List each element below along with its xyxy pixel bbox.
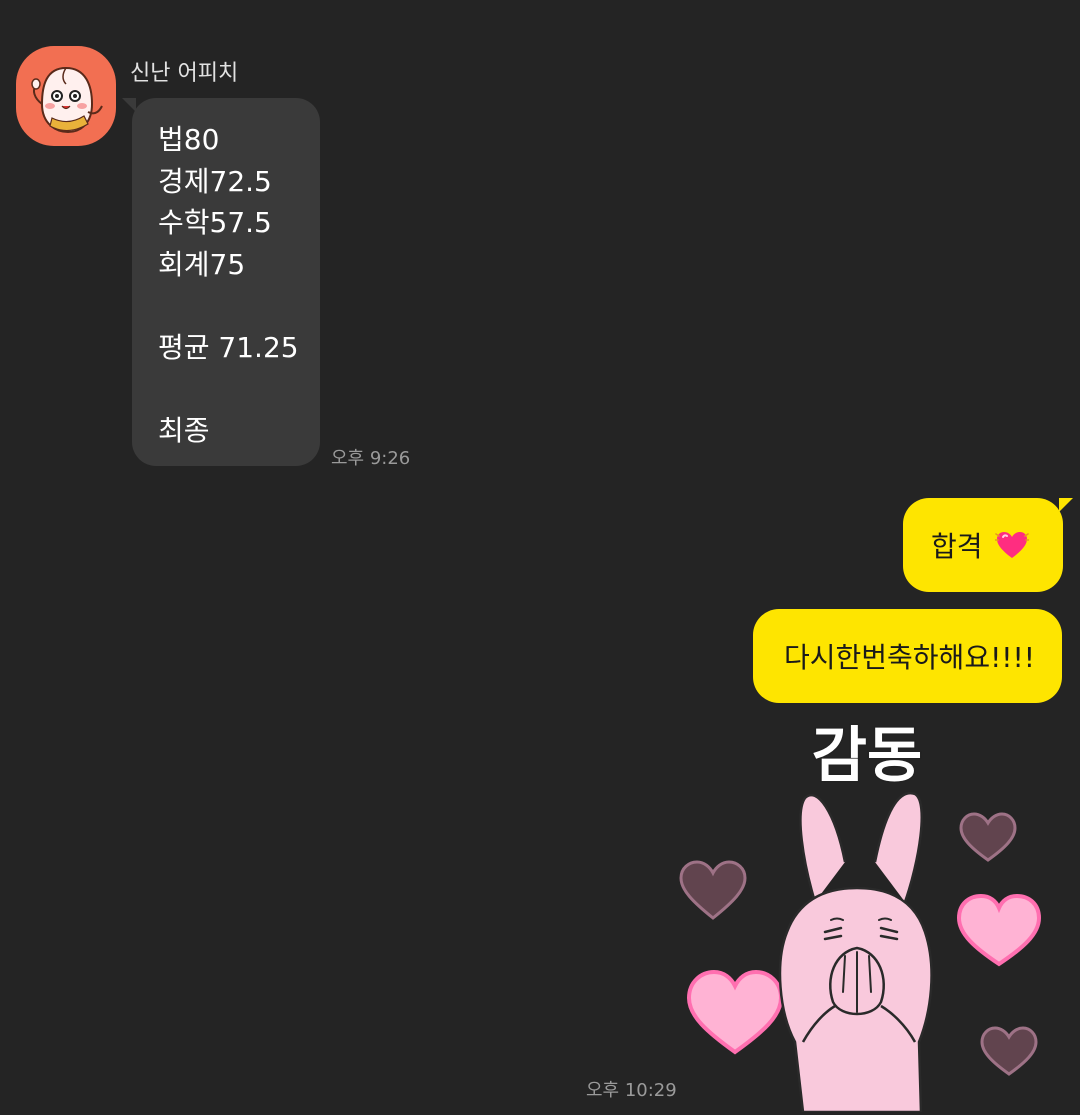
- sender-name: 신난 어피치: [130, 61, 239, 86]
- message-line: 수학57.5: [158, 206, 272, 239]
- message-line: 최종: [158, 413, 210, 447]
- heart-emoji-icon: [994, 532, 1029, 558]
- sticker-caption: 감동: [812, 721, 922, 791]
- pink-rabbit-hearts-sticker[interactable]: 감동: [675, 712, 1065, 1112]
- message-text: 다시한번축하해요!!!!: [784, 641, 1035, 674]
- outgoing-timestamp: 오후 10:29: [586, 1080, 677, 1101]
- apeach-character-icon: [31, 66, 103, 134]
- message-line: 경제72.5: [158, 164, 272, 198]
- message-text: 합격: [931, 530, 983, 563]
- heart-icon: [956, 893, 1042, 967]
- incoming-message-bubble[interactable]: 법80 경제72.5 수학57.5 회계75 평균 71.25 최종: [122, 98, 320, 466]
- heart-icon: [959, 812, 1017, 862]
- message-line: 평균 71.25: [158, 330, 299, 364]
- message-line: 회계75: [158, 247, 246, 281]
- incoming-timestamp: 오후 9:26: [331, 448, 411, 469]
- outgoing-message-bubble[interactable]: 합격: [903, 498, 1073, 592]
- message-line: 법80: [158, 123, 220, 156]
- outgoing-message-bubble[interactable]: 다시한번축하해요!!!!: [753, 609, 1062, 703]
- heart-icon: [980, 1026, 1038, 1076]
- heart-icon: [686, 969, 784, 1055]
- rabbit-icon: [778, 791, 933, 1112]
- sender-avatar[interactable]: [16, 46, 116, 146]
- message-line-blank: [158, 285, 320, 327]
- heart-icon: [679, 860, 747, 920]
- message-line-blank: [158, 368, 320, 410]
